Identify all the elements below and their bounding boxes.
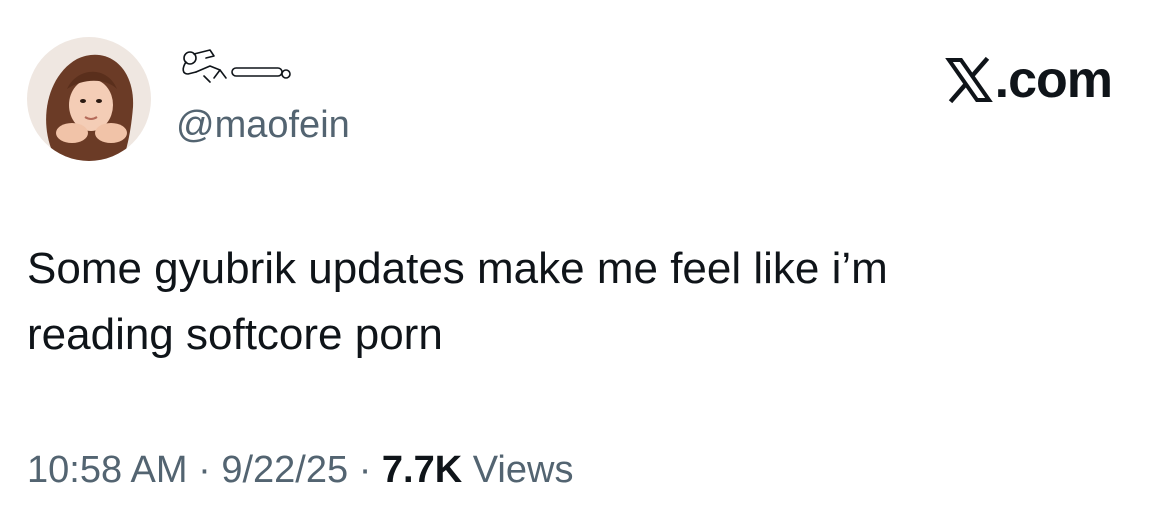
user-handle[interactable]: @maofein (176, 102, 350, 148)
display-name-drawing[interactable] (176, 44, 296, 88)
avatar-image (27, 37, 151, 161)
display-name-doodle-icon (182, 49, 291, 83)
tweet-date[interactable]: 9/22/25 (221, 449, 348, 491)
tweet-time[interactable]: 10:58 AM (27, 449, 188, 491)
source-label[interactable]: .com (944, 51, 1113, 109)
source-domain-text: .com (994, 51, 1113, 109)
meta-separator: · (348, 449, 382, 491)
avatar[interactable] (27, 37, 151, 161)
x-logo-icon (944, 56, 993, 104)
tweet-meta: 10:58 AM · 9/22/25 · 7.7K Views (27, 447, 573, 493)
views-label: Views (462, 449, 574, 491)
meta-separator: · (187, 449, 222, 491)
views-count[interactable]: 7.7K (382, 449, 462, 491)
tweet-text: Some gyubrik updates make me feel like i… (27, 244, 888, 359)
